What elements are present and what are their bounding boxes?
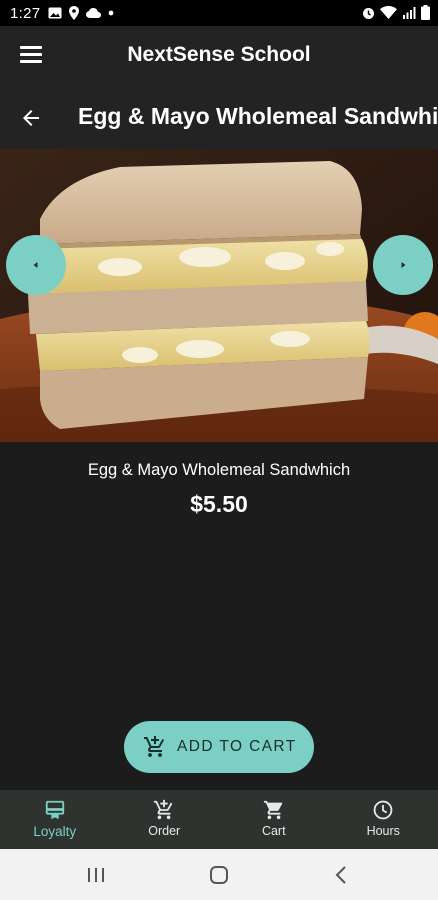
status-notification-icons: [48, 6, 114, 20]
carousel-prev-button[interactable]: [6, 235, 66, 295]
clock-icon: [373, 800, 393, 820]
status-time: 1:27: [10, 4, 41, 22]
home-icon[interactable]: [209, 865, 229, 885]
chevron-left-icon: [33, 262, 38, 268]
sandwich-photo: [0, 149, 438, 442]
gallery-icon: [48, 7, 62, 19]
app-bar: NextSense School: [0, 26, 438, 86]
nav-label-loyalty: Loyalty: [33, 824, 77, 839]
nav-label-order: Order: [148, 824, 181, 838]
add-to-cart-label: ADD TO CART: [177, 738, 297, 755]
carousel-next-button[interactable]: [373, 235, 433, 295]
system-navigation-bar: [0, 849, 438, 900]
nav-item-order[interactable]: Order: [110, 790, 220, 849]
app-title: NextSense School: [127, 43, 311, 66]
chevron-right-icon: [401, 262, 406, 268]
recent-apps-icon[interactable]: [87, 867, 105, 883]
add-to-cart-button[interactable]: ADD TO CART: [124, 721, 314, 773]
nav-item-hours[interactable]: Hours: [329, 790, 438, 849]
page-title: Egg & Mayo Wholemeal Sandwhich: [78, 103, 438, 129]
nav-item-loyalty[interactable]: Loyalty: [0, 790, 110, 849]
wifi-icon: [380, 6, 397, 19]
nav-label-cart: Cart: [261, 824, 286, 838]
status-system-icons: [362, 5, 430, 20]
alarm-icon: [363, 7, 374, 19]
battery-icon: [421, 5, 430, 20]
loyalty-icon: [45, 800, 64, 820]
dot-icon: [109, 10, 114, 16]
page-header: Egg & Mayo Wholemeal Sandwhich: [0, 86, 438, 149]
location-icon: [69, 6, 80, 20]
cart-icon: [263, 800, 282, 820]
nav-item-cart[interactable]: Cart: [219, 790, 329, 849]
back-arrow-icon[interactable]: [19, 106, 43, 130]
system-back-icon[interactable]: [334, 865, 348, 885]
product-name: Egg & Mayo Wholemeal Sandwhich: [87, 461, 351, 479]
product-image-carousel[interactable]: [0, 149, 438, 442]
bottom-navigation: Loyalty Order Cart Hours: [0, 790, 438, 849]
add-to-cart-icon: [144, 736, 165, 757]
status-bar: 1:27: [0, 0, 438, 26]
cloud-icon: [86, 8, 102, 18]
nav-label-hours: Hours: [366, 824, 400, 838]
signal-icon: [403, 7, 416, 19]
order-cart-icon: [154, 799, 173, 820]
product-price: $5.50: [190, 491, 248, 517]
